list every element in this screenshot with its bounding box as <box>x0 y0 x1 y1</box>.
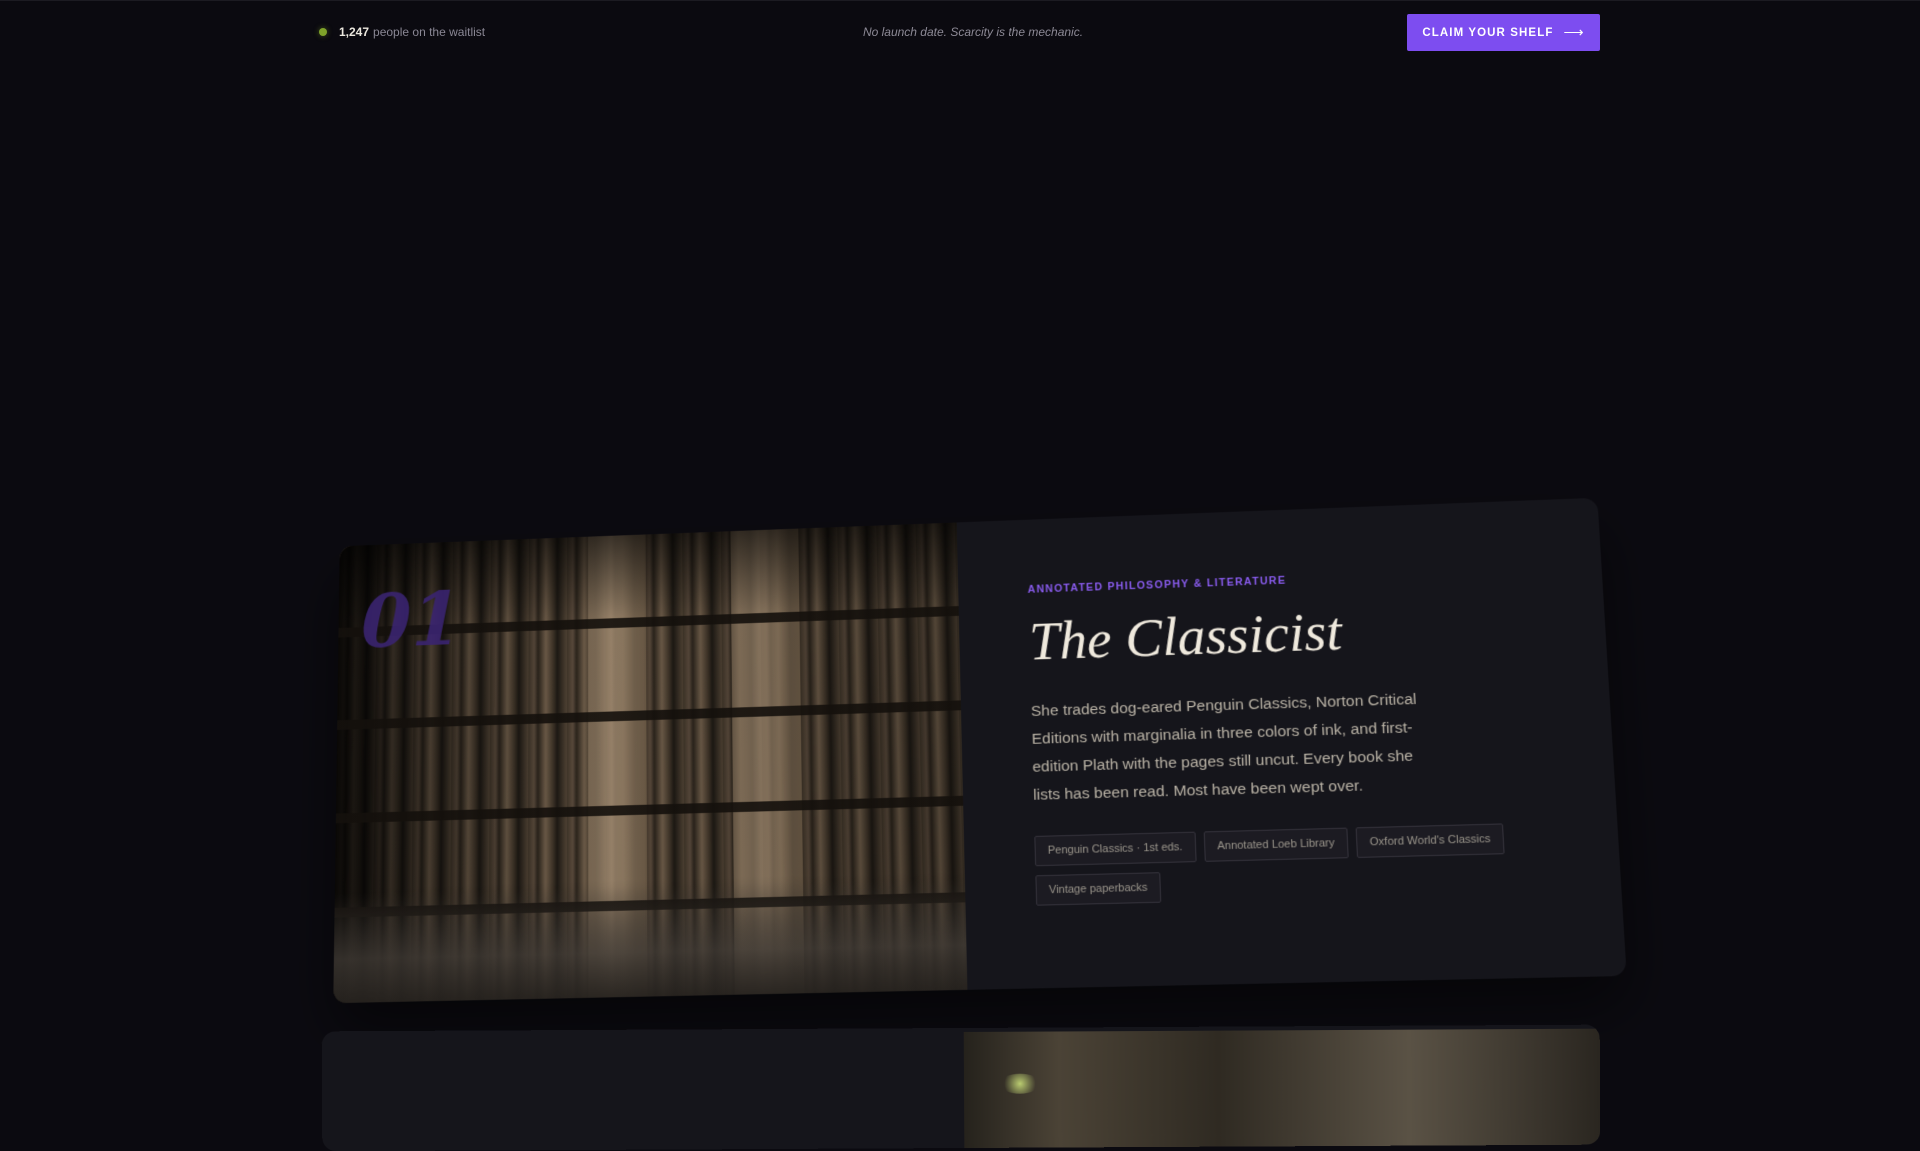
tag: Oxford World's Classics <box>1355 823 1505 858</box>
persona-card: 01 ANNOTATED PHILOSOPHY & LITERATURE The… <box>333 497 1627 1004</box>
persona-card-next <box>321 1024 1601 1151</box>
card-number: 01 <box>360 575 462 665</box>
library-shelves-image: 01 <box>333 522 968 1004</box>
claim-shelf-label: CLAIM YOUR SHELF <box>1422 26 1554 39</box>
card-description: She trades dog-eared Penguin Classics, N… <box>1030 690 1417 804</box>
tag-list: Penguin Classics · 1st eds. Annotated Lo… <box>1034 822 1541 906</box>
card-content: ANNOTATED PHILOSOPHY & LITERATURE The Cl… <box>957 498 1627 990</box>
candle-shelf-image <box>963 1028 1601 1151</box>
card-category: ANNOTATED PHILOSOPHY & LITERATURE <box>1027 574 1287 596</box>
top-bar: 1,247 people on the waitlist No launch d… <box>0 0 1920 63</box>
image-floor <box>333 878 968 1004</box>
arrow-right-icon: ⟶ <box>1563 24 1585 40</box>
claim-shelf-button[interactable]: CLAIM YOUR SHELF ⟶ <box>1407 14 1600 51</box>
tag: Penguin Classics · 1st eds. <box>1034 831 1197 866</box>
candle-glow <box>999 1073 1041 1094</box>
card-title: The Classicist <box>1028 600 1344 672</box>
tagline: No launch date. Scarcity is the mechanic… <box>862 25 1084 39</box>
tag: Vintage paperbacks <box>1035 871 1162 906</box>
tag: Annotated Loeb Library <box>1203 827 1349 862</box>
